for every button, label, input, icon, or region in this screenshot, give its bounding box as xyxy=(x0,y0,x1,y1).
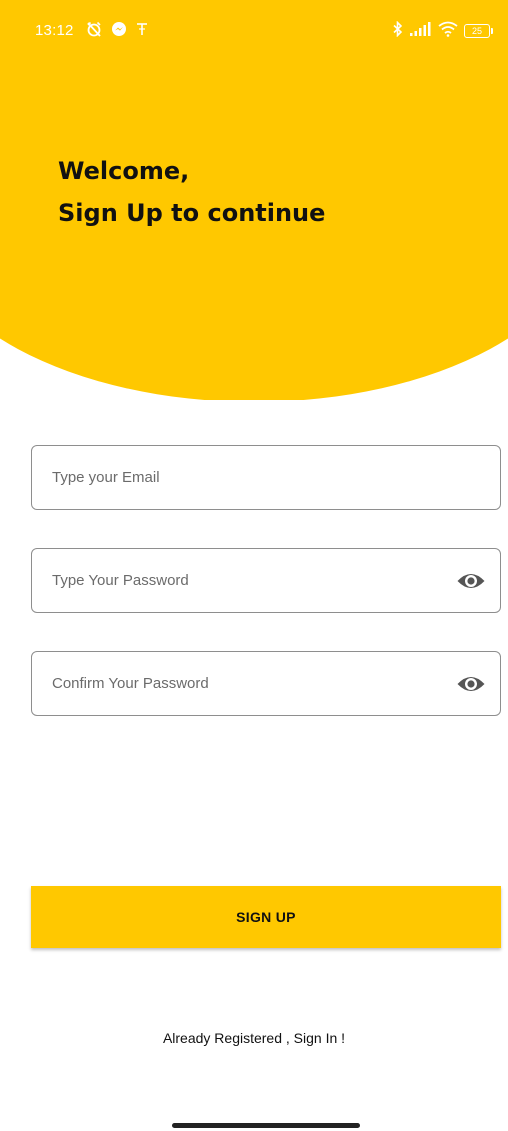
home-indicator[interactable] xyxy=(172,1123,360,1128)
wifi-icon xyxy=(438,21,458,41)
status-left-icons xyxy=(85,20,149,42)
signup-screen: 13:12 25 Welcome, Sign Up to continue Ty… xyxy=(0,0,508,1131)
signup-subtitle: Sign Up to continue xyxy=(58,199,326,227)
status-time: 13:12 xyxy=(35,22,74,39)
welcome-heading: Welcome, Sign Up to continue xyxy=(58,150,325,234)
signin-link[interactable]: Already Registered , Sign In ! xyxy=(0,1030,508,1046)
confirm-password-field[interactable] xyxy=(31,651,501,716)
password-field[interactable] xyxy=(31,548,501,613)
status-bar: 13:12 25 xyxy=(0,0,508,58)
confirm-password-input[interactable] xyxy=(52,652,442,715)
signup-button[interactable]: SIGN UP xyxy=(31,886,501,948)
header-banner: 13:12 25 Welcome, Sign Up to continue xyxy=(0,0,508,400)
eye-icon[interactable] xyxy=(456,671,486,697)
eye-icon[interactable] xyxy=(456,568,486,594)
battery-icon: 25 xyxy=(464,24,493,38)
signal-icon xyxy=(410,22,432,40)
t-icon xyxy=(135,21,149,41)
email-input[interactable] xyxy=(52,446,442,509)
password-input[interactable] xyxy=(52,549,442,612)
messenger-icon xyxy=(111,21,127,41)
bluetooth-icon xyxy=(392,20,404,41)
status-right-icons: 25 xyxy=(392,20,493,41)
alarm-off-icon xyxy=(85,20,103,42)
email-field[interactable] xyxy=(31,445,501,510)
welcome-line: Welcome, xyxy=(58,157,190,185)
